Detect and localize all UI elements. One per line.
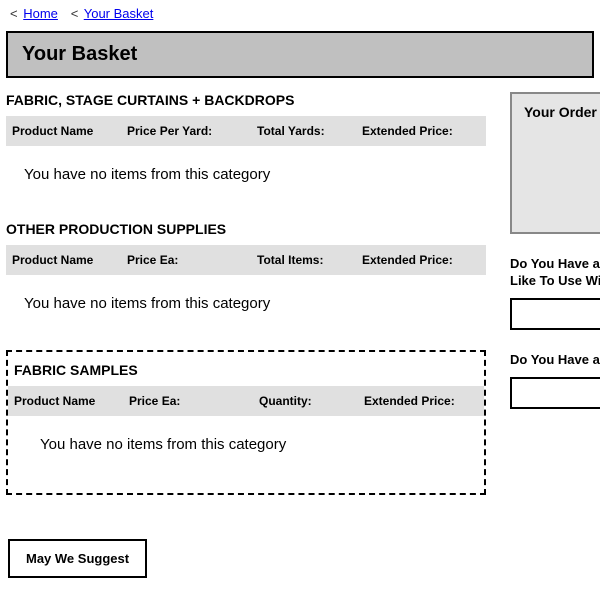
col-price-per-yard: Price Per Yard: [127,124,257,138]
section-samples: FABRIC SAMPLES Product Name Price Ea: Qu… [6,350,486,495]
summary-estimated-order: Estimated O [524,202,600,216]
col-extended-price: Extended Price: [362,124,480,138]
section-other-title: OTHER PRODUCTION SUPPLIES [6,221,486,237]
col-price-ea: Price Ea: [127,253,257,267]
section-other: OTHER PRODUCTION SUPPLIES Product Name P… [6,221,486,332]
col-price-ea: Price Ea: [129,394,259,408]
breadcrumb-sep: < [10,6,18,21]
order-summary-title: Your Order Su [524,104,600,120]
section-samples-title: FABRIC SAMPLES [8,362,484,378]
promo-label-2: Do You Have a [510,352,600,369]
breadcrumb-sep: < [71,6,79,21]
col-quantity: Quantity: [259,394,364,408]
col-product-name: Product Name [14,394,129,408]
breadcrumb-home-link[interactable]: Home [23,6,58,21]
promo-input-2[interactable] [510,377,600,409]
breadcrumb: < Home < Your Basket [0,0,600,27]
breadcrumb-basket-link[interactable]: Your Basket [84,6,154,21]
table-header: Product Name Price Ea: Quantity: Extende… [8,386,484,416]
section-fabric: FABRIC, STAGE CURTAINS + BACKDROPS Produ… [6,92,486,203]
page-title: Your Basket [6,31,594,78]
promo-block-2: Do You Have a [510,352,600,409]
may-we-suggest: May We Suggest [8,539,147,578]
col-extended-price: Extended Price: [362,253,480,267]
empty-message: You have no items from this category [6,275,486,332]
summary-order: Orde [524,176,600,196]
summary-estimate: Esti [524,156,600,170]
summary-merchandise: Merchan [524,136,600,150]
promo-input-1[interactable] [510,298,600,330]
col-total-items: Total Items: [257,253,362,267]
empty-message: You have no items from this category [8,416,484,473]
order-summary: Your Order Su Merchan Esti Orde Estimate… [510,92,600,234]
table-header: Product Name Price Ea: Total Items: Exte… [6,245,486,275]
section-fabric-title: FABRIC, STAGE CURTAINS + BACKDROPS [6,92,486,108]
promo-block-1: Do You Have a Like To Use Wit [510,256,600,330]
col-product-name: Product Name [12,124,127,138]
promo-label-1: Do You Have a Like To Use Wit [510,256,600,290]
empty-message: You have no items from this category [6,146,486,203]
table-header: Product Name Price Per Yard: Total Yards… [6,116,486,146]
col-total-yards: Total Yards: [257,124,362,138]
col-product-name: Product Name [12,253,127,267]
col-extended-price: Extended Price: [364,394,478,408]
